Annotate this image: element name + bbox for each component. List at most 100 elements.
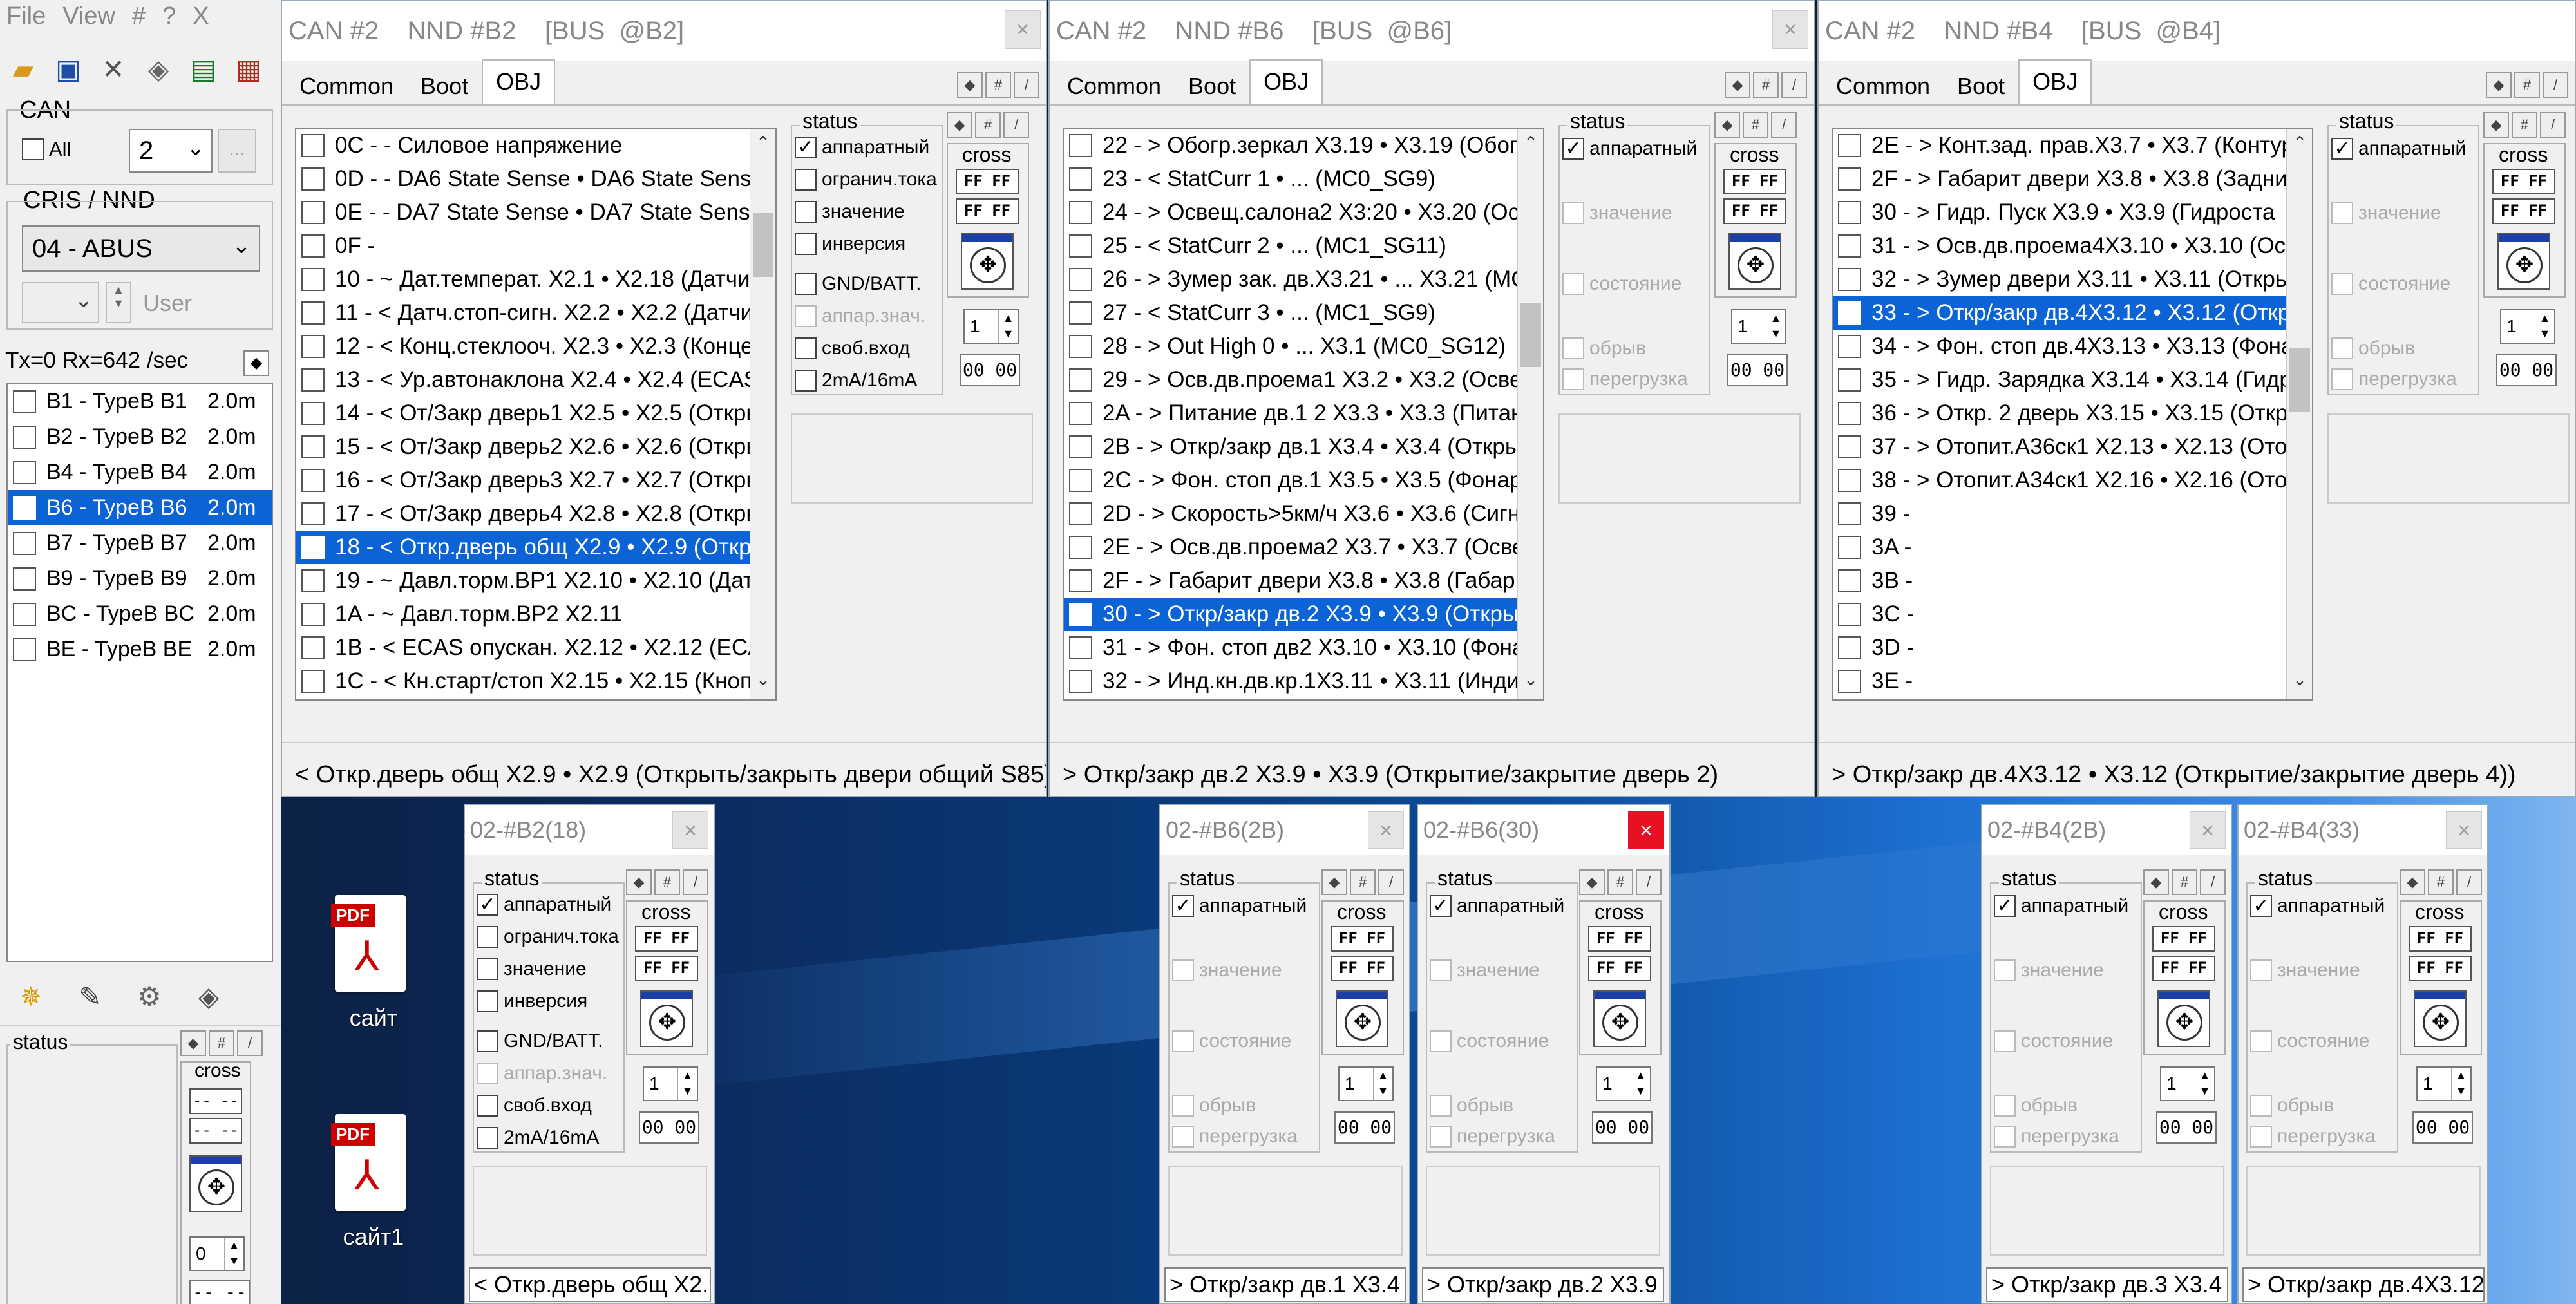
cross-joystick[interactable]: ✥ — [2497, 233, 2550, 290]
node-list-item[interactable]: B4 - TypeB B4 2.0m — [8, 455, 272, 490]
diamond-button[interactable]: ◆ — [180, 1030, 206, 1056]
object-list-item[interactable]: 25 - < StatCurr 2 • ... (MC1_SG11) — [1064, 229, 1543, 263]
status-option-checkbox[interactable]: значение — [1994, 959, 2104, 981]
can-options-button[interactable]: ... — [218, 129, 256, 173]
status-option-checkbox[interactable]: аппар.знач. — [795, 305, 925, 327]
status-option-checkbox[interactable]: обрыв — [2250, 1095, 2334, 1117]
object-checkbox[interactable] — [301, 502, 325, 525]
node-list-item[interactable]: BC - TypeB BC 2.0m — [8, 596, 272, 632]
value-spinner[interactable]: 1 ▲ ▼ — [1338, 1066, 1394, 1101]
all-checkbox[interactable]: All — [22, 138, 71, 161]
object-checkbox[interactable] — [1069, 569, 1092, 592]
list-scrollbar[interactable]: ⌃ ⌄ — [2286, 129, 2312, 699]
tab-obj[interactable]: OBJ — [482, 59, 556, 104]
object-list-item[interactable]: 3A - — [1833, 531, 2312, 564]
object-checkbox[interactable] — [1838, 569, 1861, 592]
object-checkbox[interactable] — [301, 536, 325, 559]
object-list-item[interactable]: 1B - < ECAS опускан. X2.12 • X2.12 (ECAS — [296, 631, 775, 665]
object-list-item[interactable]: 14 - < От/Закр дверь1 X2.5 • X2.5 (Открь — [296, 397, 775, 430]
status-option-checkbox[interactable]: 2mA/16mA — [477, 1127, 599, 1149]
object-checkbox[interactable] — [301, 134, 325, 157]
node-list-item[interactable]: BE - TypeB BE 2.0m — [8, 632, 272, 667]
object-checkbox[interactable] — [301, 201, 325, 224]
status-option-checkbox[interactable]: значение — [1172, 959, 1282, 981]
node-checkbox[interactable] — [13, 496, 36, 520]
object-checkbox[interactable] — [1838, 636, 1861, 659]
object-checkbox[interactable] — [301, 335, 325, 358]
menu-help[interactable]: ? — [162, 3, 176, 35]
object-list-item[interactable]: 26 - > Зумер зак. дв.X3.21 • ... X3.21 (… — [1064, 263, 1543, 296]
desktop-icon-site1[interactable]: PDF ⅄ сайт1 — [322, 1108, 425, 1269]
object-list-item[interactable]: 13 - < Ур.автонаклона X2.4 • X2.4 (ECAS — [296, 363, 775, 397]
object-checkbox[interactable] — [301, 234, 325, 258]
object-list-item[interactable]: 2F - > Габарит двери X3.8 • X3.8 (Задний — [1833, 162, 2312, 196]
object-list-item[interactable]: 18 - < Откр.дверь общ X2.9 • X2.9 (Откры — [296, 531, 775, 564]
status-option-checkbox[interactable]: 2mA/16mA — [795, 370, 917, 392]
object-checkbox[interactable] — [301, 368, 325, 392]
object-list-item[interactable]: 35 - > Гидр. Зарядка X3.14 • X3.14 (Гидр… — [1833, 363, 2312, 397]
object-list-item[interactable]: 28 - > Out High 0 • ... X3.1 (MC0_SG12) — [1064, 330, 1543, 363]
save-icon[interactable]: ▣ — [50, 52, 86, 88]
status-option-checkbox[interactable]: ✓ аппаратный — [795, 137, 929, 158]
node-list-item[interactable]: B2 - TypeB B2 2.0m — [8, 419, 272, 455]
status-option-checkbox[interactable]: ✓ аппаратный — [1562, 138, 1697, 160]
object-checkbox[interactable] — [301, 670, 325, 693]
status-option-checkbox[interactable]: обрыв — [2331, 337, 2415, 359]
can-number-select[interactable]: 2 ⌄ — [129, 129, 213, 173]
diamond-button[interactable]: ◆ — [1714, 112, 1740, 138]
monitor-icon[interactable]: ▤ — [185, 52, 222, 88]
status-option-checkbox[interactable]: состояние — [2250, 1030, 2369, 1052]
object-checkbox[interactable] — [1069, 268, 1092, 291]
status-option-checkbox[interactable]: ✓ аппаратный — [2331, 138, 2466, 160]
chip-tab-icon[interactable]: ◈ — [191, 979, 227, 1015]
hash-button[interactable]: # — [2512, 112, 2537, 138]
list-scrollbar[interactable]: ⌃ ⌄ — [750, 129, 775, 699]
stats-toggle-button[interactable]: ◆ — [243, 350, 269, 376]
status-option-checkbox[interactable]: значение — [2250, 959, 2360, 981]
scroll-up-icon[interactable]: ⌃ — [1518, 133, 1543, 158]
status-option-checkbox[interactable]: значение — [1430, 959, 1540, 981]
tab-boot[interactable]: Boot — [1175, 68, 1249, 104]
node-list-item[interactable]: B6 - TypeB B6 2.0m — [8, 490, 272, 525]
node-checkbox[interactable] — [13, 638, 36, 661]
object-checkbox[interactable] — [301, 636, 325, 659]
status-option-checkbox[interactable]: ✓ аппаратный — [1430, 895, 1564, 917]
object-checkbox[interactable] — [1069, 469, 1092, 492]
object-list-item[interactable]: 32 - > Инд.кн.дв.кр.1X3.11 • X3.11 (Инди — [1064, 665, 1543, 698]
object-checkbox[interactable] — [301, 402, 325, 425]
cross-joystick[interactable]: ✥ — [2157, 990, 2210, 1047]
value-spinner[interactable]: 0 ▲ ▼ — [189, 1236, 245, 1271]
status-option-checkbox[interactable]: перегрузка — [1430, 1126, 1555, 1148]
hash-button[interactable]: # — [975, 112, 1001, 138]
scroll-down-icon[interactable]: ⌄ — [2287, 670, 2312, 695]
diamond-button[interactable]: ◆ — [1321, 869, 1347, 895]
object-checkbox[interactable] — [1838, 268, 1861, 291]
object-list-item[interactable]: 31 - > Осв.дв.проема4X3.10 • X3.10 (Осв — [1833, 229, 2312, 263]
node-checkbox[interactable] — [13, 531, 36, 555]
object-list-item[interactable]: 23 - < StatCurr 1 • ... (MC0_SG9) — [1064, 162, 1543, 196]
object-list-item[interactable]: 22 - > Обогр.зеркал X3.19 • X3.19 (Обогр — [1064, 129, 1543, 162]
object-list-item[interactable]: 33 - > Откр/закр дв.4X3.12 • X3.12 (Откр — [1833, 296, 2312, 330]
hash-button[interactable]: # — [1350, 869, 1376, 895]
cross-joystick[interactable]: ✥ — [640, 990, 693, 1047]
value-spinner[interactable]: 1 ▲ ▼ — [2500, 309, 2555, 344]
diamond-button[interactable]: ◆ — [1725, 72, 1750, 98]
object-list-item[interactable]: 31 - > Фон. стоп дв2 X3.10 • X3.10 (Фона — [1064, 631, 1543, 665]
object-list-item[interactable]: 32 - > Зумер двери X3.11 • X3.11 (Открьі — [1833, 263, 2312, 296]
status-option-checkbox[interactable]: значение — [2331, 202, 2441, 224]
cross-joystick[interactable]: ✥ — [2414, 990, 2467, 1047]
desktop-icon-site[interactable]: PDF ⅄ сайт — [322, 889, 425, 1050]
hash-button[interactable]: # — [654, 869, 680, 895]
hash-button[interactable]: # — [985, 72, 1011, 98]
close-button[interactable]: × — [1628, 811, 1664, 849]
value-spinner[interactable]: 1 ▲ ▼ — [963, 309, 1019, 344]
node-list-item[interactable]: B9 - TypeB B9 2.0m — [8, 561, 272, 596]
user-select[interactable]: ⌄ — [22, 282, 99, 323]
diamond-button[interactable]: ◆ — [947, 112, 972, 138]
object-list-item[interactable]: 0F - — [296, 229, 775, 263]
value-spinner[interactable]: 1 ▲ ▼ — [643, 1066, 698, 1101]
star-tab-icon[interactable]: ✵ — [13, 979, 49, 1015]
object-checkbox[interactable] — [1838, 402, 1861, 425]
node-checkbox[interactable] — [13, 567, 36, 591]
device-icon[interactable]: ▦ — [231, 52, 267, 88]
